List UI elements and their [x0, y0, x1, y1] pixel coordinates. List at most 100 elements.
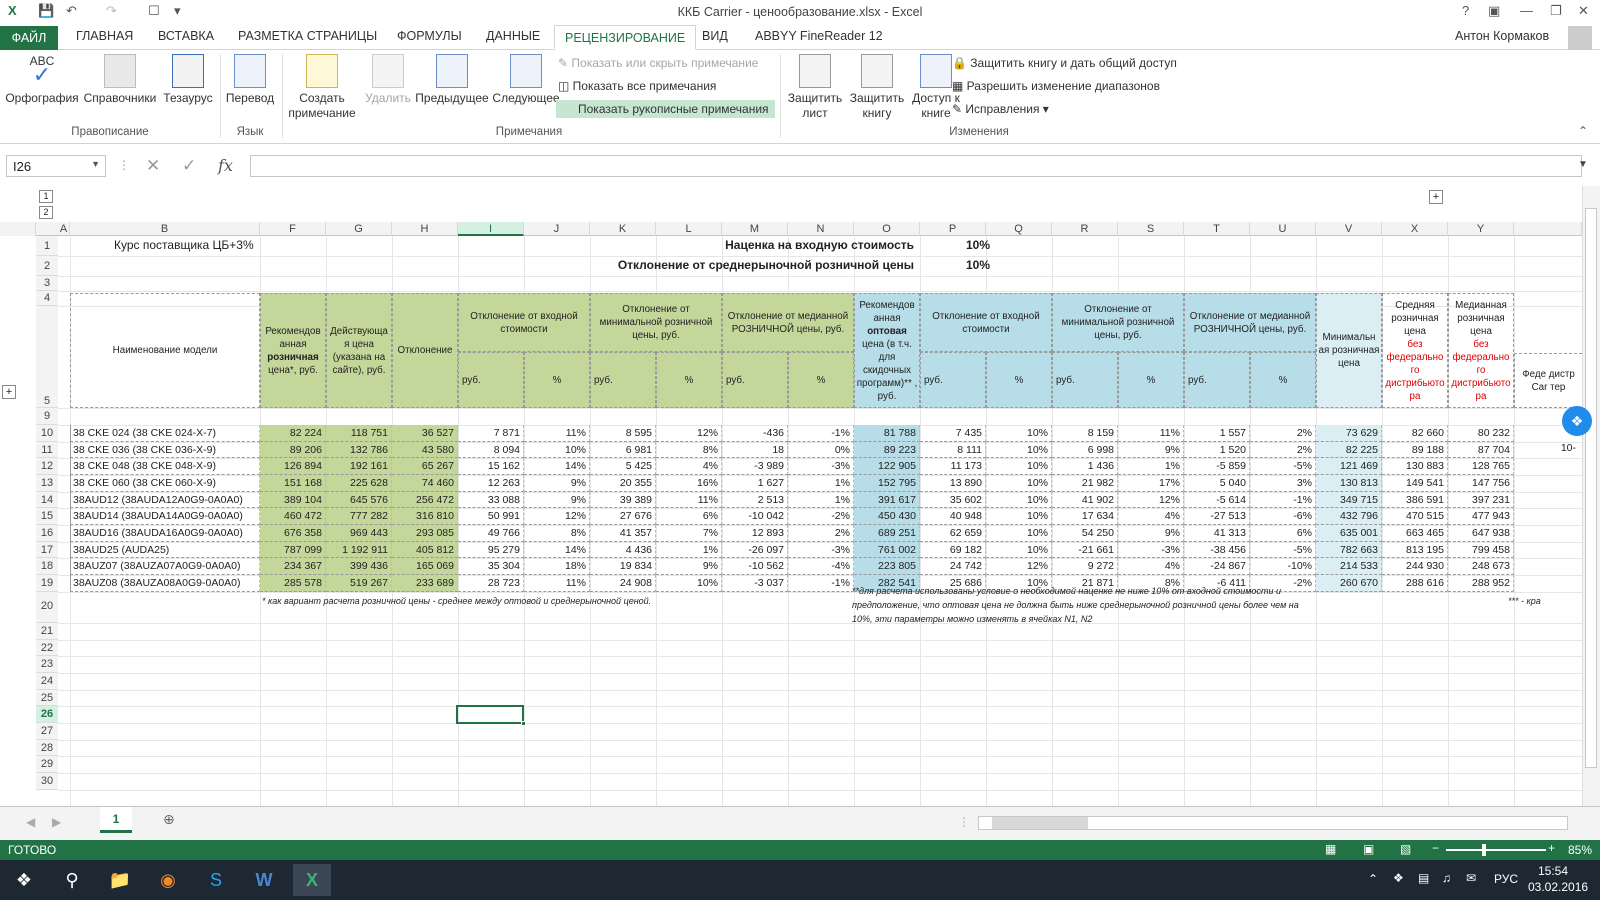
col-header-m[interactable]: M: [722, 222, 788, 236]
col-header-f[interactable]: F: [260, 222, 326, 236]
tab-formulas[interactable]: ФОРМУЛЫ: [397, 29, 462, 43]
row-header-24[interactable]: 24: [36, 673, 58, 690]
vertical-scroll-thumb[interactable]: [1585, 208, 1597, 768]
network-icon[interactable]: ▤: [1418, 871, 1429, 885]
row-header-9[interactable]: 9: [36, 408, 58, 425]
zoom-level[interactable]: 85%: [1568, 843, 1592, 857]
maximize-icon[interactable]: ❐: [1550, 3, 1562, 19]
row-header-18[interactable]: 18: [36, 558, 58, 575]
allow-edit-ranges-button[interactable]: ▦ Разрешить изменение диапазонов: [952, 79, 1160, 93]
outline-row-level-2[interactable]: 2: [39, 206, 53, 219]
worksheet-grid[interactable]: 1 2 1 2 + + ABFGHIJKLMNOPQRSTUVXY 123459…: [0, 186, 1600, 807]
thesaurus-button[interactable]: Тезаурус: [160, 54, 216, 106]
tab-insert[interactable]: ВСТАВКА: [158, 29, 214, 43]
show-all-comments-button[interactable]: ◫ Показать все примечания: [558, 79, 716, 93]
enter-icon[interactable]: ✓: [182, 156, 196, 176]
protect-book-button[interactable]: Защитить книгу: [846, 54, 908, 121]
user-name[interactable]: Антон Кормаков: [1455, 29, 1549, 43]
prev-sheet-icon[interactable]: ◀: [26, 815, 35, 829]
translate-button[interactable]: Перевод: [222, 54, 278, 106]
col-header-b[interactable]: B: [70, 222, 260, 236]
collapse-ribbon-icon[interactable]: ⌃: [1578, 124, 1588, 138]
row-header-28[interactable]: 28: [36, 740, 58, 756]
next-sheet-icon[interactable]: ▶: [52, 815, 61, 829]
research-button[interactable]: Справочники: [82, 54, 158, 106]
col-header-n[interactable]: N: [788, 222, 854, 236]
tab-abbyy[interactable]: ABBYY FineReader 12: [755, 29, 883, 43]
col-header-v[interactable]: V: [1316, 222, 1382, 236]
track-changes-button[interactable]: ✎ Исправления ▾: [952, 102, 1049, 116]
search-icon[interactable]: ⚲: [53, 864, 91, 896]
row-header-11[interactable]: 11: [36, 442, 58, 458]
horizontal-scroll-thumb[interactable]: [992, 817, 1088, 829]
col-header-p[interactable]: P: [920, 222, 986, 236]
new-comment-button[interactable]: Создать примечание: [284, 54, 360, 121]
dropbox-icon[interactable]: ❖: [1562, 406, 1592, 436]
formula-input[interactable]: [250, 155, 1582, 177]
firefox-icon[interactable]: ◉: [149, 864, 187, 896]
row-header-22[interactable]: 22: [36, 640, 58, 656]
row-header-23[interactable]: 23: [36, 656, 58, 673]
spelling-button[interactable]: ABC ✓ Орфография: [4, 54, 80, 106]
row-header-17[interactable]: 17: [36, 542, 58, 558]
skype-icon[interactable]: S: [197, 864, 235, 896]
normal-view-icon[interactable]: ▦: [1325, 842, 1336, 856]
col-header-u[interactable]: U: [1250, 222, 1316, 236]
row-header-25[interactable]: 25: [36, 690, 58, 706]
row-header-20[interactable]: 20: [36, 592, 58, 623]
row-header-3[interactable]: 3: [36, 276, 58, 291]
zoom-out-icon[interactable]: −: [1432, 841, 1439, 855]
avatar[interactable]: [1568, 26, 1592, 50]
protect-and-share-button[interactable]: 🔒 Защитить книгу и дать общий доступ: [952, 56, 1177, 70]
insert-function-icon[interactable]: fx: [218, 156, 233, 175]
row-header-2[interactable]: 2: [36, 256, 58, 276]
dropbox-tray-icon[interactable]: ❖: [1393, 871, 1404, 885]
clock-time[interactable]: 15:54: [1538, 864, 1568, 878]
col-header-o[interactable]: O: [854, 222, 920, 236]
row-header-30[interactable]: 30: [36, 773, 58, 790]
expand-group-icon[interactable]: +: [1429, 190, 1443, 204]
col-header-corner[interactable]: [0, 222, 36, 236]
col-header-a[interactable]: A: [58, 222, 70, 236]
row-header-19[interactable]: 19: [36, 575, 58, 592]
sheet-tab-1[interactable]: 1: [100, 807, 132, 833]
add-sheet-icon[interactable]: ⊕: [163, 811, 175, 828]
col-header-y[interactable]: Y: [1448, 222, 1514, 236]
col-header-s[interactable]: S: [1118, 222, 1184, 236]
row-header-13[interactable]: 13: [36, 475, 58, 492]
row-header-12[interactable]: 12: [36, 458, 58, 475]
zoom-in-icon[interactable]: +: [1548, 841, 1555, 855]
cancel-icon[interactable]: ✕: [146, 156, 160, 176]
row-header-16[interactable]: 16: [36, 525, 58, 542]
row-header-4[interactable]: 4: [36, 291, 58, 306]
expand-rows-icon[interactable]: +: [2, 385, 16, 399]
previous-comment-button[interactable]: Предыдущее: [414, 54, 490, 106]
col-header-h[interactable]: H: [392, 222, 458, 236]
clock-date[interactable]: 03.02.2016: [1528, 880, 1588, 894]
page-layout-view-icon[interactable]: ▣: [1363, 842, 1374, 856]
tab-data[interactable]: ДАННЫЕ: [486, 29, 540, 43]
row-header-26[interactable]: 26: [36, 706, 58, 723]
notification-icon[interactable]: ✉: [1466, 871, 1476, 885]
next-comment-button[interactable]: Следующее: [490, 54, 562, 106]
help-button[interactable]: ?: [1462, 3, 1469, 18]
fill-handle[interactable]: [521, 721, 526, 726]
col-header-x[interactable]: X: [1382, 222, 1448, 236]
col-header-j[interactable]: J: [524, 222, 590, 236]
tab-page-layout[interactable]: РАЗМЕТКА СТРАНИЦЫ: [238, 29, 377, 43]
col-header-i[interactable]: I: [458, 222, 524, 236]
show-hide-comment-button[interactable]: ✎ Показать или скрыть примечание: [558, 56, 758, 70]
selected-cell-i26[interactable]: [456, 705, 524, 724]
delete-comment-button[interactable]: Удалить: [362, 54, 414, 106]
row-header-14[interactable]: 14: [36, 492, 58, 508]
volume-icon[interactable]: ♫: [1442, 871, 1451, 885]
word-icon[interactable]: W: [245, 864, 283, 896]
close-icon[interactable]: ✕: [1578, 3, 1589, 19]
excel-taskbar-icon[interactable]: X: [293, 864, 331, 896]
row-header-29[interactable]: 29: [36, 756, 58, 773]
tab-file[interactable]: ФАЙЛ: [0, 26, 58, 50]
row-header-1[interactable]: 1: [36, 236, 58, 256]
row-header-10[interactable]: 10: [36, 425, 58, 442]
language-indicator[interactable]: РУС: [1494, 872, 1518, 886]
outline-row-level-1[interactable]: 1: [39, 190, 53, 203]
